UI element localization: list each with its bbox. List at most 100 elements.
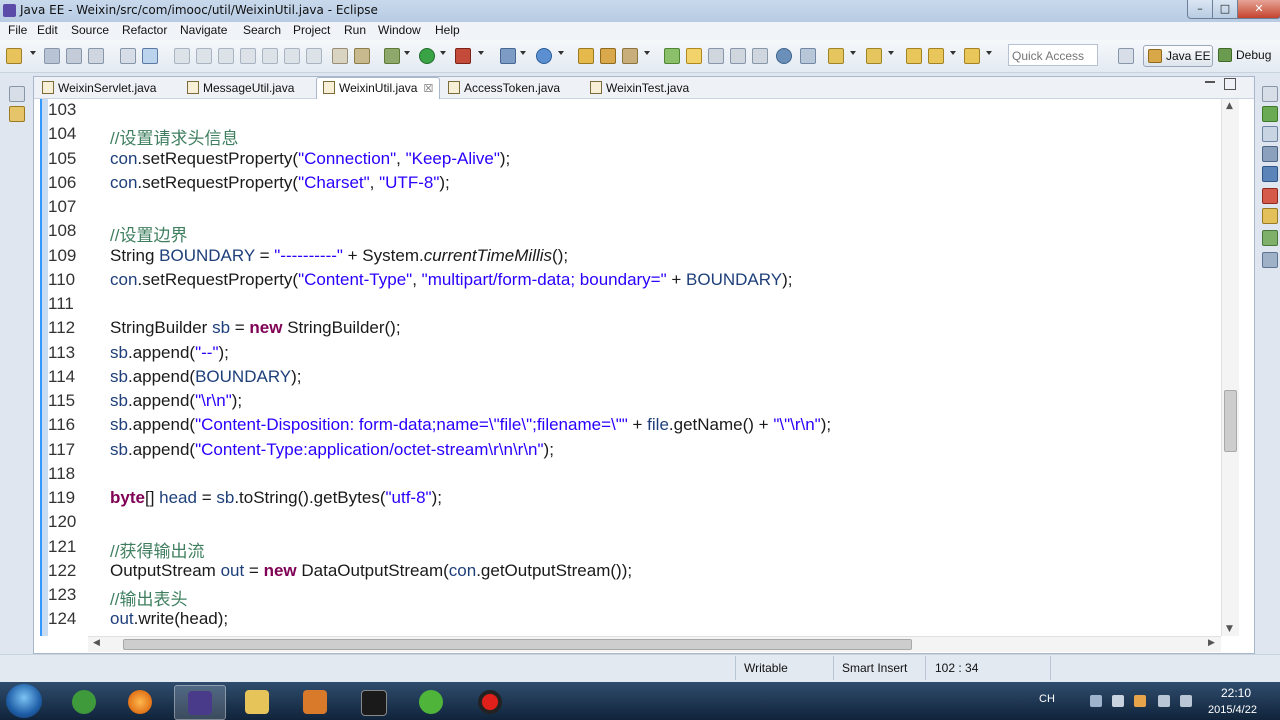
- build-icon[interactable]: [354, 48, 370, 64]
- run-icon[interactable]: [419, 48, 435, 64]
- last-edit-location-icon[interactable]: [906, 48, 922, 64]
- resume-icon[interactable]: [196, 48, 212, 64]
- save-icon[interactable]: [44, 48, 60, 64]
- scroll-left-icon[interactable]: ◀: [93, 638, 100, 648]
- show-whitespace-icon[interactable]: [708, 48, 724, 64]
- new-icon[interactable]: [6, 48, 22, 64]
- menu-search[interactable]: Search: [243, 23, 281, 37]
- horizontal-scroll-thumb[interactable]: [123, 639, 912, 650]
- tab-weixinutil[interactable]: WeixinUtil.java ☒: [316, 77, 440, 99]
- back-icon[interactable]: [928, 48, 944, 64]
- tray-network-icon[interactable]: [1090, 695, 1102, 707]
- skip-breakpoints-icon[interactable]: [174, 48, 190, 64]
- code-line[interactable]: con.setRequestProperty("Charset", "UTF-8…: [110, 173, 450, 193]
- next-edit-icon[interactable]: [800, 48, 816, 64]
- quick-access-input[interactable]: [1009, 47, 1099, 65]
- minimize-editor-icon[interactable]: [1205, 81, 1215, 83]
- save-all-icon[interactable]: [66, 48, 82, 64]
- step-return-icon[interactable]: [306, 48, 322, 64]
- minimize-button[interactable]: –: [1187, 0, 1213, 19]
- tray-flag-icon[interactable]: [1112, 695, 1124, 707]
- menu-source[interactable]: Source: [71, 23, 109, 37]
- progress-icon[interactable]: [1262, 252, 1278, 268]
- taskbar-terminal[interactable]: [348, 685, 398, 718]
- clock-date[interactable]: 2015/4/22: [1208, 704, 1257, 716]
- menu-help[interactable]: Help: [435, 23, 460, 37]
- code-line[interactable]: sb.append("Content-Disposition: form-dat…: [110, 415, 831, 435]
- taskbar-firefox[interactable]: [115, 685, 165, 718]
- forward-dropdown-icon[interactable]: [986, 51, 992, 55]
- previous-annotation-dropdown-icon[interactable]: [888, 51, 894, 55]
- menu-project[interactable]: Project: [293, 23, 330, 37]
- block-selection-icon[interactable]: [730, 48, 746, 64]
- code-line[interactable]: con.setRequestProperty("Content-Type", "…: [110, 270, 792, 290]
- maximize-editor-icon[interactable]: [1224, 78, 1236, 90]
- code-line[interactable]: byte[] head = sb.toString().getBytes("ut…: [110, 488, 442, 508]
- web-browser-dropdown-icon[interactable]: [558, 51, 564, 55]
- vertical-scrollbar[interactable]: [1221, 99, 1239, 636]
- problems-icon[interactable]: [1262, 188, 1278, 204]
- vertical-scroll-thumb[interactable]: [1224, 390, 1237, 452]
- toggle-highlight-icon[interactable]: [686, 48, 702, 64]
- taskbar-presentation[interactable]: [290, 685, 340, 718]
- run-dropdown-icon[interactable]: [440, 51, 446, 55]
- show-source-icon[interactable]: [752, 48, 768, 64]
- code-line[interactable]: sb.append("Content-Type:application/octe…: [110, 440, 554, 460]
- new-server-icon[interactable]: [500, 48, 516, 64]
- code-line[interactable]: //设置请求头信息: [110, 124, 238, 149]
- menu-window[interactable]: Window: [378, 23, 421, 37]
- taskbar-recorder[interactable]: [465, 685, 515, 718]
- web-browser-icon[interactable]: [536, 48, 552, 64]
- open-type-icon[interactable]: [578, 48, 594, 64]
- next-annotation-dropdown-icon[interactable]: [850, 51, 856, 55]
- forward-icon[interactable]: [964, 48, 980, 64]
- code-line[interactable]: con.setRequestProperty("Connection", "Ke…: [110, 149, 510, 169]
- tab-accesstoken[interactable]: AccessToken.java: [442, 79, 578, 97]
- external-tools-dropdown-icon[interactable]: [478, 51, 484, 55]
- debug-dropdown-icon[interactable]: [404, 51, 410, 55]
- debug-run-icon[interactable]: [384, 48, 400, 64]
- close-window-button[interactable]: ✕: [1237, 0, 1280, 19]
- restore-right-view-icon[interactable]: [1262, 86, 1278, 102]
- quick-access-field[interactable]: [1008, 44, 1099, 66]
- tab-weixintest[interactable]: WeixinTest.java: [584, 79, 704, 97]
- tab-close-icon[interactable]: ☒: [423, 83, 433, 95]
- external-tools-icon[interactable]: [455, 48, 471, 64]
- menu-navigate[interactable]: Navigate: [180, 23, 227, 37]
- code-line[interactable]: out.write(head);: [110, 609, 228, 629]
- code-line[interactable]: String BOUNDARY = "----------" + System.…: [110, 246, 568, 266]
- previous-annotation-icon[interactable]: [866, 48, 882, 64]
- code-line[interactable]: sb.append("\r\n");: [110, 391, 242, 411]
- code-line[interactable]: sb.append("--");: [110, 343, 229, 363]
- code-line[interactable]: //获得输出流: [110, 537, 204, 562]
- menu-refactor[interactable]: Refactor: [122, 23, 167, 37]
- taskbar-ie[interactable]: [59, 685, 109, 718]
- toggle-breadcrumb-icon[interactable]: [120, 48, 136, 64]
- code-line[interactable]: sb.append(BOUNDARY);: [110, 367, 302, 387]
- search-dropdown-icon[interactable]: [644, 51, 650, 55]
- pin-editor-icon[interactable]: [776, 48, 792, 64]
- suspend-icon[interactable]: [218, 48, 234, 64]
- maximize-button[interactable]: □: [1212, 0, 1238, 19]
- new-dropdown-icon[interactable]: [30, 51, 36, 55]
- markers-icon[interactable]: [1262, 146, 1278, 162]
- menu-file[interactable]: File: [8, 23, 27, 37]
- code-line[interactable]: //设置边界: [110, 221, 187, 246]
- annotation-next-icon[interactable]: [664, 48, 680, 64]
- task-list-icon[interactable]: [1262, 126, 1278, 142]
- terminate-icon[interactable]: [240, 48, 256, 64]
- tray-battery-icon[interactable]: [1180, 695, 1192, 707]
- menu-edit[interactable]: Edit: [37, 23, 58, 37]
- step-into-icon[interactable]: [262, 48, 278, 64]
- search-icon[interactable]: [622, 48, 638, 64]
- scroll-up-icon[interactable]: ▲: [1226, 101, 1233, 111]
- code-line[interactable]: OutputStream out = new DataOutputStream(…: [110, 561, 632, 581]
- taskbar-explorer[interactable]: [232, 685, 282, 718]
- tab-messageutil[interactable]: MessageUtil.java: [181, 79, 311, 97]
- new-server-dropdown-icon[interactable]: [520, 51, 526, 55]
- step-over-icon[interactable]: [284, 48, 300, 64]
- outline-icon[interactable]: [1262, 106, 1278, 122]
- toggle-mark-occurrences-icon[interactable]: [142, 48, 158, 64]
- snippets-icon[interactable]: [1262, 208, 1278, 224]
- perspective-javaee-button[interactable]: Java EE: [1143, 45, 1213, 67]
